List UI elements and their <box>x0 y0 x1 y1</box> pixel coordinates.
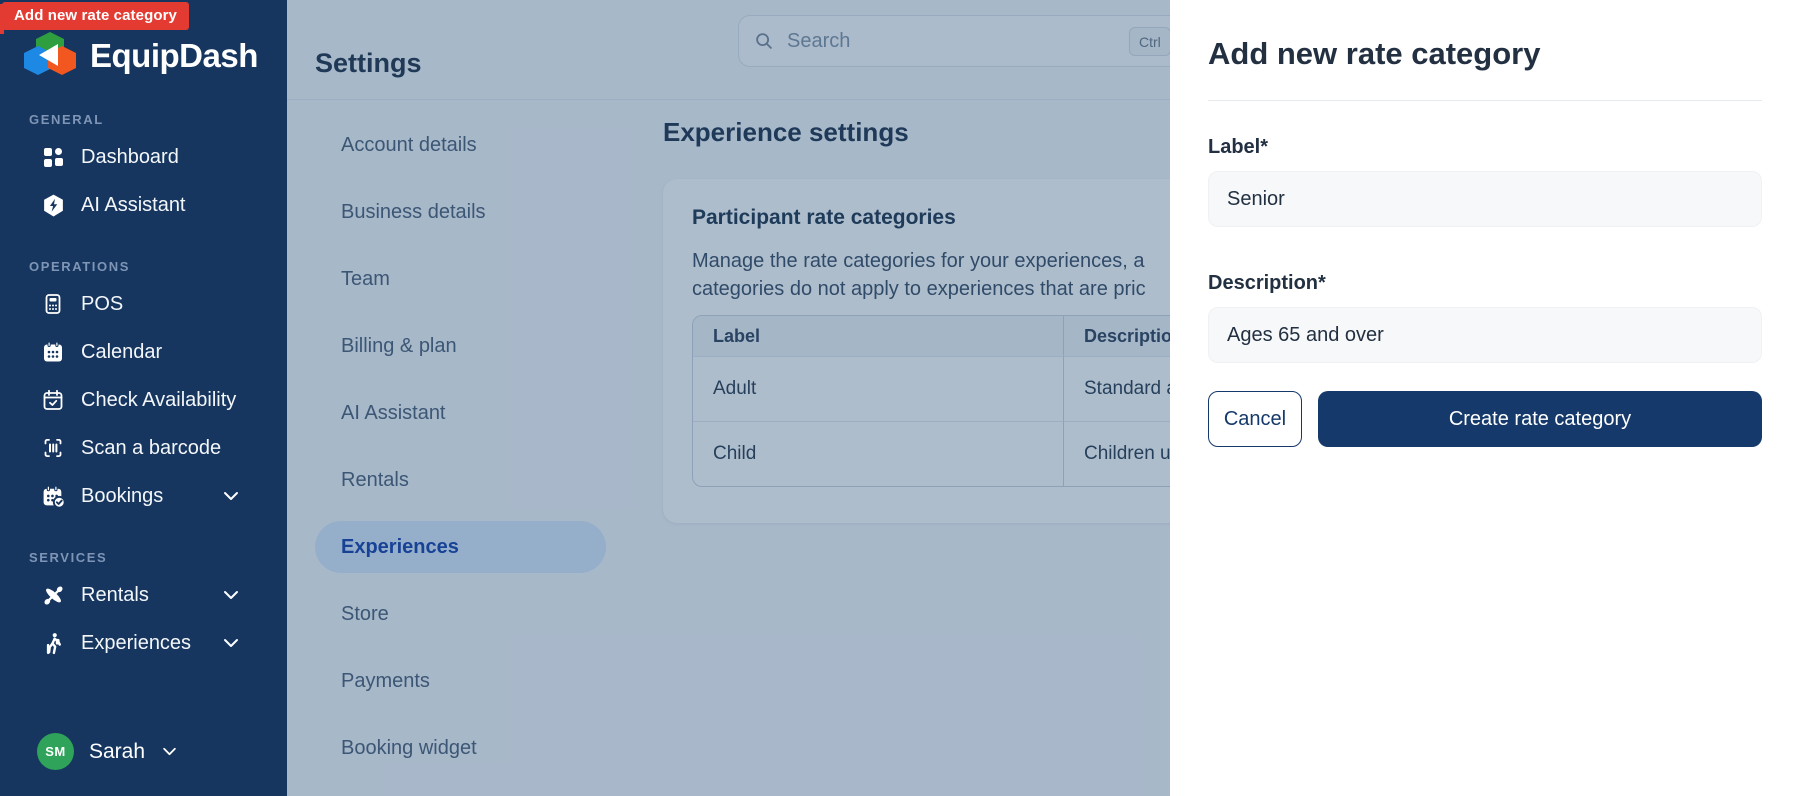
sidebar: Add new rate category EquipDash GENERAL <box>0 0 287 796</box>
settings-nav: Account details Business details Team Bi… <box>315 99 606 789</box>
settings-nav-rentals[interactable]: Rentals <box>315 454 606 506</box>
sidebar-item-rentals[interactable]: Rentals <box>0 571 287 619</box>
pos-terminal-icon <box>40 291 66 317</box>
chevron-down-icon <box>223 638 239 648</box>
description-field-label: Description* <box>1208 272 1326 294</box>
global-search[interactable]: Ctrl <box>738 15 1170 67</box>
sidebar-item-bookings[interactable]: Bookings <box>0 472 287 520</box>
section-label-general: GENERAL <box>29 112 104 127</box>
cell-label: Adult <box>693 356 1063 421</box>
card-description: Manage the rate categories for your expe… <box>692 247 1170 303</box>
chevron-down-icon <box>223 590 239 600</box>
card-title: Participant rate categories <box>692 206 956 229</box>
cell-description: Children under <box>1063 421 1170 486</box>
element-inspector-badge: Add new rate category <box>2 2 189 30</box>
card-description-line: Manage the rate categories for your expe… <box>692 250 1145 272</box>
section-label-operations: OPERATIONS <box>29 259 130 274</box>
settings-content: Experience settings Participant rate cat… <box>663 99 1170 523</box>
avatar: SM <box>37 733 74 770</box>
settings-nav-ai-assistant[interactable]: AI Assistant <box>315 387 606 439</box>
cell-description: Standard adult <box>1063 356 1170 421</box>
user-name: Sarah <box>89 739 146 763</box>
sidebar-item-calendar[interactable]: Calendar <box>0 328 287 376</box>
sidebar-item-label: Check Availability <box>81 388 237 411</box>
chevron-down-icon <box>223 491 239 501</box>
column-header-label: Label <box>693 316 1063 356</box>
sidebar-item-pos[interactable]: POS <box>0 280 287 328</box>
content-heading: Experience settings <box>663 117 909 147</box>
main-content: Settings Ctrl Account details Business d… <box>287 0 1170 796</box>
chevron-down-icon <box>162 747 177 756</box>
table-header-row: Label Description <box>693 316 1170 356</box>
search-input[interactable] <box>785 28 1069 54</box>
drawer-divider <box>1208 100 1762 101</box>
description-field-input[interactable] <box>1208 307 1762 363</box>
card-description-line: categories do not apply to experiences t… <box>692 278 1146 300</box>
sidebar-item-label: POS <box>81 292 124 315</box>
settings-nav-store[interactable]: Store <box>315 588 606 640</box>
app-window: Add new rate category EquipDash GENERAL <box>0 0 1800 796</box>
main-header: Settings Ctrl <box>287 0 1170 100</box>
drawer-title: Add new rate category <box>1208 36 1541 71</box>
label-field-label: Label* <box>1208 136 1269 158</box>
calendar-check-icon <box>40 387 66 413</box>
column-header-description: Description <box>1063 316 1170 356</box>
hiker-icon <box>40 630 66 656</box>
sidebar-item-label: AI Assistant <box>81 193 186 216</box>
participant-rate-categories-card: Participant rate categories Manage the r… <box>663 179 1170 523</box>
kayak-paddles-icon <box>40 582 66 608</box>
settings-nav-booking-widget[interactable]: Booking widget <box>315 722 606 774</box>
barcode-scan-icon <box>40 435 66 461</box>
sidebar-item-ai-assistant[interactable]: AI Assistant <box>0 181 287 229</box>
table-row[interactable]: Child Children under <box>693 421 1170 486</box>
rate-categories-table: Label Description Adult Standard adult C… <box>692 315 1170 487</box>
label-field-input[interactable] <box>1208 171 1762 227</box>
settings-nav-payments[interactable]: Payments <box>315 655 606 707</box>
ai-assistant-icon <box>40 192 66 218</box>
drawer-actions: Cancel Create rate category <box>1208 391 1762 447</box>
sidebar-item-scan-barcode[interactable]: Scan a barcode <box>0 424 287 472</box>
calendar-icon <box>40 339 66 365</box>
settings-nav-experiences[interactable]: Experiences <box>315 521 606 573</box>
create-rate-category-button[interactable]: Create rate category <box>1318 391 1762 447</box>
table-row[interactable]: Adult Standard adult <box>693 356 1170 421</box>
equipdash-logo-icon <box>24 30 76 82</box>
add-rate-category-drawer: Add new rate category Label* Description… <box>1170 0 1800 796</box>
ctrl-key-badge: Ctrl <box>1129 27 1170 56</box>
sidebar-item-label: Calendar <box>81 340 163 363</box>
section-label-services: SERVICES <box>29 550 108 565</box>
page-title: Settings <box>315 48 422 79</box>
sidebar-item-label: Scan a barcode <box>81 436 222 459</box>
bookings-calendar-icon <box>40 483 66 509</box>
sidebar-item-label: Rentals <box>81 583 149 606</box>
logo-text: EquipDash <box>90 37 258 74</box>
sidebar-item-label: Experiences <box>81 631 192 654</box>
sidebar-item-dashboard[interactable]: Dashboard <box>0 133 287 181</box>
sidebar-item-label: Bookings <box>81 484 164 507</box>
settings-nav-business-details[interactable]: Business details <box>315 186 606 238</box>
user-menu[interactable]: SM Sarah <box>37 733 177 770</box>
settings-nav-team[interactable]: Team <box>315 253 606 305</box>
dashboard-icon <box>40 144 66 170</box>
sidebar-item-label: Dashboard <box>81 145 179 168</box>
sidebar-item-experiences[interactable]: Experiences <box>0 619 287 667</box>
settings-nav-billing-plan[interactable]: Billing & plan <box>315 320 606 372</box>
settings-nav-account-details[interactable]: Account details <box>315 119 606 171</box>
sidebar-item-check-availability[interactable]: Check Availability <box>0 376 287 424</box>
cancel-button[interactable]: Cancel <box>1208 391 1302 447</box>
cell-label: Child <box>693 421 1063 486</box>
search-icon <box>753 30 775 52</box>
